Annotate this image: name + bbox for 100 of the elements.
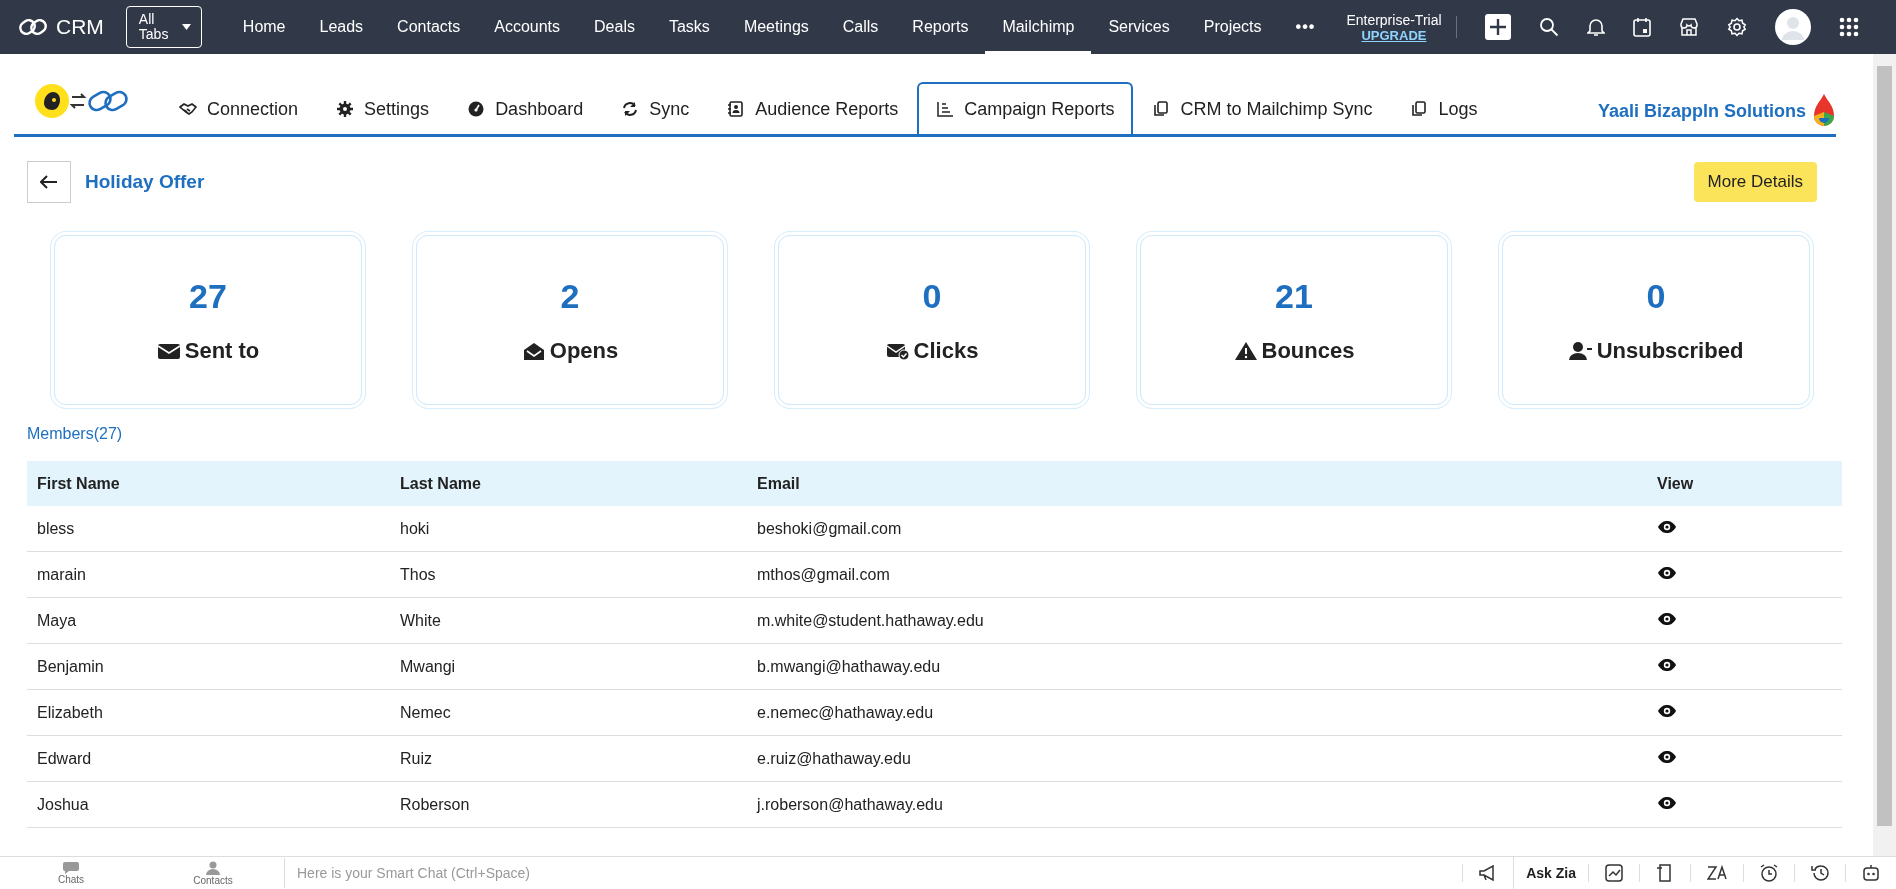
logo-icon: [18, 16, 48, 38]
table-cell: b.mwangi@hathaway.edu: [747, 643, 1647, 690]
stat-label: Opens: [549, 337, 619, 364]
search-icon[interactable]: [1538, 17, 1559, 37]
nav-tab[interactable]: Home: [225, 0, 303, 54]
caret-icon: [181, 24, 191, 30]
bell-icon[interactable]: [1586, 17, 1605, 37]
table-cell: Ruiz: [390, 735, 747, 782]
nav-tab[interactable]: Calls: [825, 0, 896, 54]
column-header: First Name: [27, 461, 390, 506]
avatar-icon[interactable]: [1774, 9, 1811, 45]
column-header: Last Name: [390, 461, 747, 506]
section-tab[interactable]: Connection: [160, 82, 318, 134]
upgrade-link[interactable]: UPGRADE: [1361, 27, 1427, 43]
nav-tab[interactable]: Projects: [1186, 0, 1279, 54]
table-cell: Roberson: [390, 781, 747, 828]
gauge-icon: [467, 101, 486, 117]
company-logo-icon: [1812, 94, 1836, 128]
nav-tab[interactable]: Reports: [895, 0, 986, 54]
plan-label: Enterprise-Trial: [1346, 11, 1442, 28]
view-eye-icon[interactable]: [1657, 657, 1677, 672]
table-cell: Thos: [390, 551, 747, 598]
ask-zia-button[interactable]: Ask Zia: [1513, 857, 1588, 889]
apps-grid-icon[interactable]: [1838, 17, 1859, 37]
nav-tab[interactable]: Leads: [302, 0, 381, 54]
contacts-button[interactable]: Contacts: [142, 857, 284, 889]
section-tab[interactable]: Sync: [602, 82, 709, 134]
table-cell: Benjamin: [27, 643, 390, 690]
company-name: Yaali Bizappln Solutions: [1597, 100, 1806, 122]
table-cell: Elizabeth: [27, 689, 390, 736]
calendar-icon[interactable]: [1632, 17, 1651, 37]
copy-icon: [1410, 101, 1429, 117]
table-cell: beshoki@gmail.com: [747, 506, 1647, 552]
nav-tab[interactable]: Mailchimp: [985, 0, 1092, 54]
stat-value: 27: [189, 276, 227, 316]
nav-tab[interactable]: Services: [1091, 0, 1187, 54]
members-link[interactable]: Members(27): [27, 425, 123, 443]
nav-tab[interactable]: Contacts: [380, 0, 478, 54]
warning-icon: [1233, 340, 1258, 361]
section-tab[interactable]: Audience Reports: [708, 82, 918, 134]
view-eye-icon[interactable]: [1657, 703, 1677, 718]
scrollbar[interactable]: [1873, 54, 1896, 856]
nav-tab[interactable]: Deals: [577, 0, 652, 54]
section-tab[interactable]: Campaign Reports: [917, 82, 1134, 134]
table-cell: m.white@student.hathaway.edu: [747, 597, 1647, 644]
settings-icon: [336, 101, 355, 117]
handshake-icon: [179, 101, 197, 117]
view-eye-icon[interactable]: [1657, 749, 1677, 764]
settings-icon[interactable]: [1726, 17, 1747, 37]
table-cell: Maya: [27, 597, 390, 644]
table-cell: j.roberson@hathaway.edu: [747, 781, 1647, 828]
all-tabs-dropdown[interactable]: All Tabs: [125, 6, 202, 48]
view-eye-icon[interactable]: [1657, 795, 1677, 810]
stat-label: Bounces: [1261, 337, 1355, 364]
stat-value: 21: [1275, 276, 1313, 316]
table-cell: Edward: [27, 735, 390, 782]
nav-tab[interactable]: Meetings: [726, 0, 826, 54]
stat-label: Clicks: [913, 337, 979, 364]
table-cell: e.ruiz@hathaway.edu: [747, 735, 1647, 782]
table-cell: White: [390, 597, 747, 644]
more-details-button[interactable]: More Details: [1693, 162, 1817, 202]
table-cell: Nemec: [390, 689, 747, 736]
stat-value: 2: [560, 276, 580, 316]
more-tabs-button[interactable]: •••: [1278, 0, 1333, 54]
section-tab[interactable]: Settings: [317, 82, 449, 134]
brand-name: CRM: [56, 15, 104, 39]
section-tab[interactable]: CRM to Mailchimp Sync: [1133, 82, 1392, 134]
table-cell: e.nemec@hathaway.edu: [747, 689, 1647, 736]
sync-icon: [621, 101, 640, 117]
user-minus-icon: [1568, 340, 1593, 361]
chats-button[interactable]: Chats: [0, 857, 142, 889]
view-eye-icon[interactable]: [1657, 519, 1677, 534]
section-tab[interactable]: Dashboard: [448, 82, 603, 134]
column-header: View: [1647, 461, 1842, 506]
view-eye-icon[interactable]: [1657, 611, 1677, 626]
column-header: Email: [747, 461, 1647, 506]
section-tab[interactable]: Logs: [1391, 82, 1497, 134]
contact-card-icon: [727, 101, 746, 117]
person-icon: [206, 860, 220, 875]
table-cell: bless: [27, 506, 390, 552]
stat-label: Unsubscribed: [1596, 337, 1744, 364]
nav-tab[interactable]: Accounts: [477, 0, 578, 54]
table-cell: Mwangi: [390, 643, 747, 690]
table-cell: mthos@gmail.com: [747, 551, 1647, 598]
add-icon[interactable]: [1484, 14, 1511, 40]
open-envelope-icon: [521, 340, 546, 361]
campaign-title: Holiday Offer: [85, 171, 205, 193]
back-button[interactable]: [27, 161, 71, 203]
view-eye-icon[interactable]: [1657, 565, 1677, 580]
table-cell: marain: [27, 551, 390, 598]
back-arrow-icon: [40, 175, 58, 189]
stat-value: 0: [1646, 276, 1666, 316]
stat-value: 0: [922, 276, 942, 316]
nav-tab[interactable]: Tasks: [651, 0, 727, 54]
table-cell: Joshua: [27, 781, 390, 828]
table-cell: hoki: [390, 506, 747, 552]
stat-label: Sent to: [184, 337, 260, 364]
chart-icon: [936, 101, 955, 117]
store-icon[interactable]: [1678, 17, 1699, 37]
copy-icon: [1152, 101, 1171, 117]
